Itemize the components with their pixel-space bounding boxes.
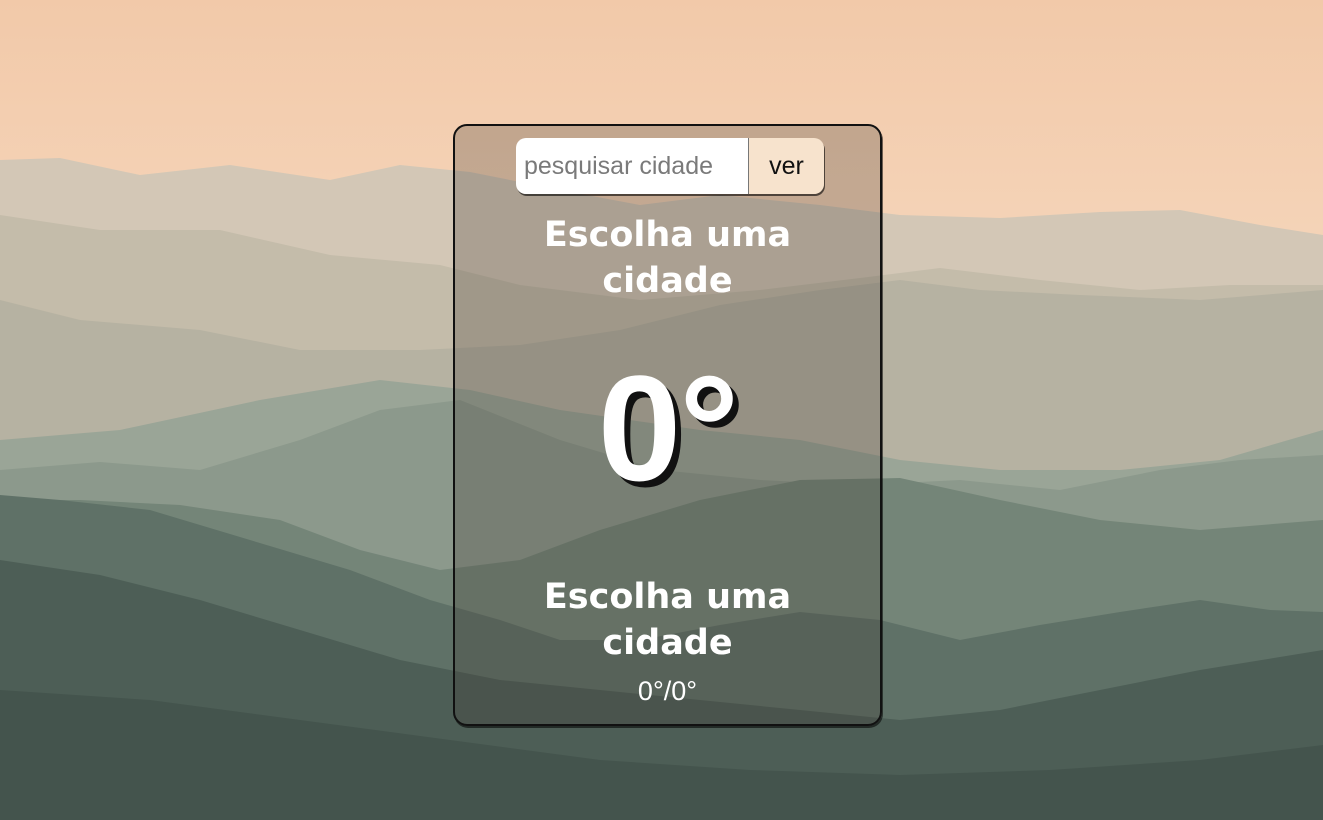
- city-name-line2: cidade: [602, 623, 733, 663]
- city-heading-line2: cidade: [602, 261, 733, 301]
- search-bar: ver: [516, 138, 824, 194]
- min-max-temperature: 0°/0°: [637, 676, 698, 706]
- search-button[interactable]: ver: [748, 138, 824, 194]
- city-name: Escolha uma cidade: [455, 574, 880, 666]
- city-name-line1: Escolha uma: [543, 577, 792, 617]
- city-heading: Escolha uma cidade: [455, 212, 880, 304]
- city-heading-line1: Escolha uma: [543, 215, 792, 255]
- current-temperature: 0°: [597, 344, 739, 512]
- weather-card: ver Escolha uma cidade 0° Escolha uma ci…: [453, 124, 882, 726]
- search-input[interactable]: [516, 138, 748, 194]
